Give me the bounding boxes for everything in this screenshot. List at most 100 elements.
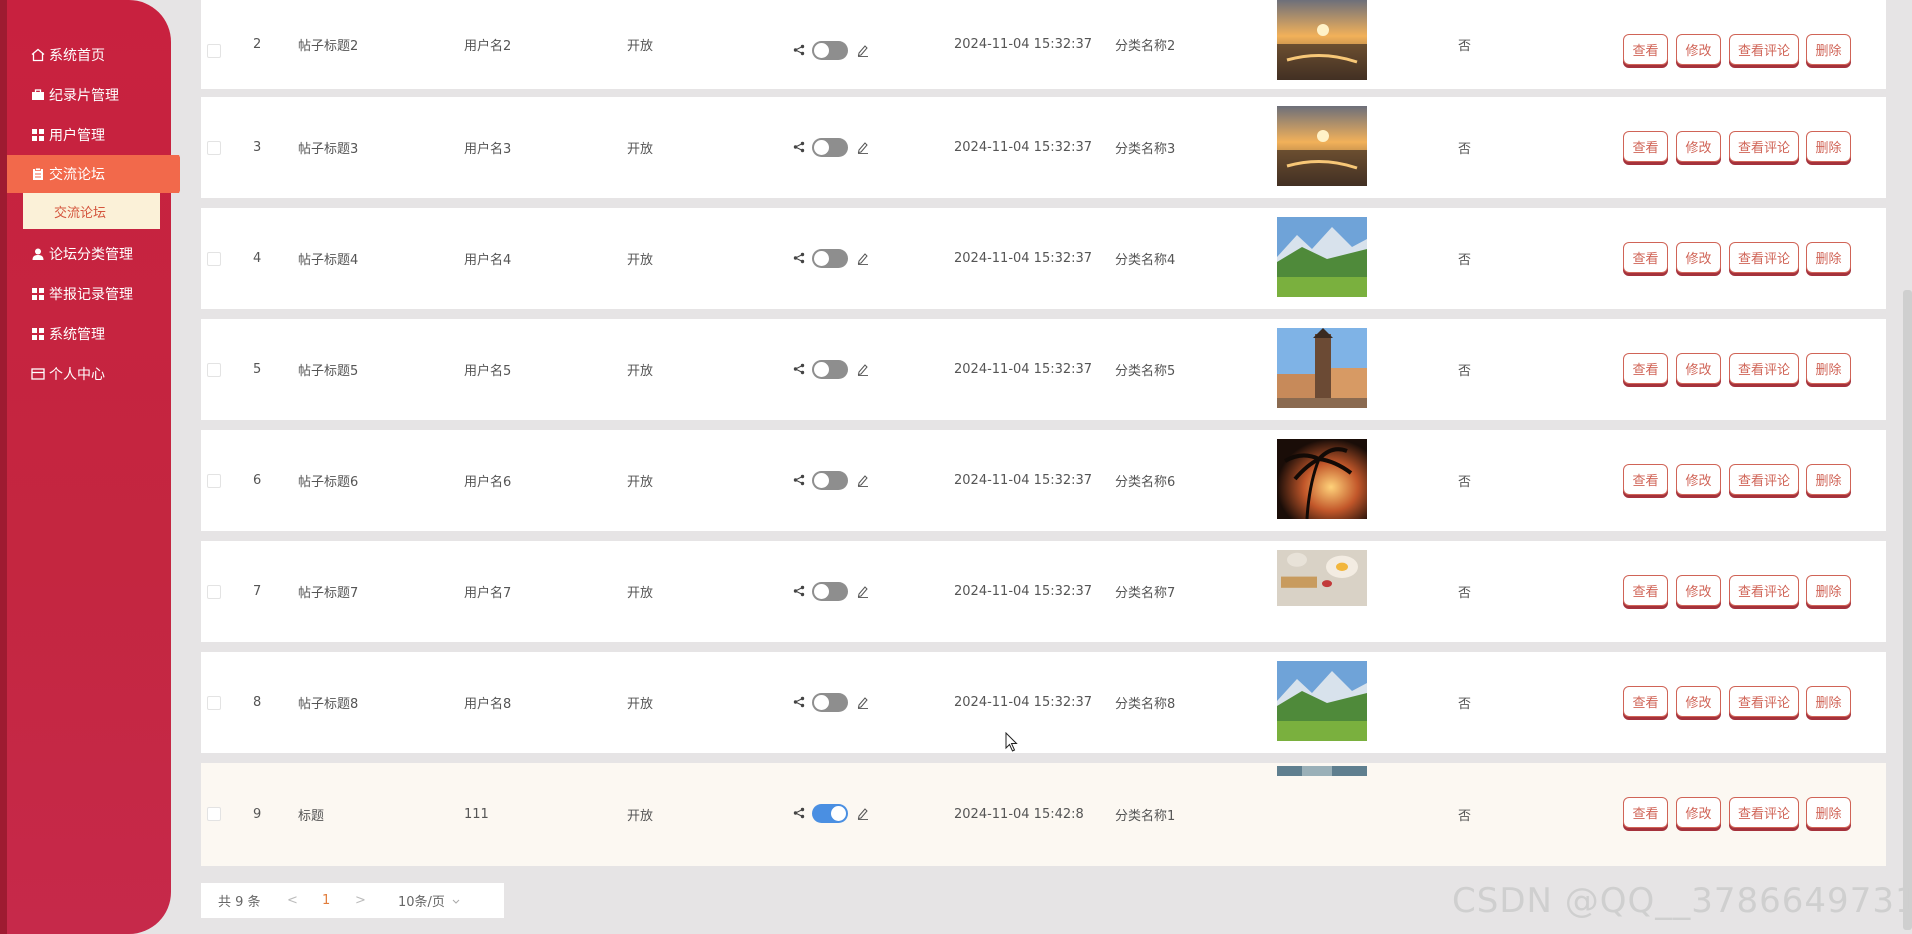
view-button[interactable]: 查看: [1623, 242, 1668, 273]
row-toggle[interactable]: [812, 693, 848, 712]
row-thumbnail-old-town-tower: [1277, 328, 1367, 408]
delete-button[interactable]: 删除: [1806, 464, 1851, 495]
view-comments-button[interactable]: 查看评论: [1729, 797, 1799, 828]
view-comments-button[interactable]: 查看评论: [1729, 34, 1799, 65]
page-scrollbar[interactable]: [1903, 290, 1912, 930]
row-title: 帖子标题8: [298, 697, 359, 712]
sidebar-item-forum-category[interactable]: 论坛分类管理: [30, 242, 133, 266]
sidebar-item-users[interactable]: 用户管理: [30, 123, 105, 147]
sidebar-item-forum[interactable]: 交流论坛: [7, 155, 180, 193]
row-checkbox[interactable]: [207, 474, 221, 488]
edit-button[interactable]: 修改: [1676, 34, 1721, 65]
pen-icon[interactable]: [857, 362, 869, 376]
view-button[interactable]: 查看: [1623, 575, 1668, 606]
share-icon[interactable]: [793, 141, 805, 153]
edit-button[interactable]: 修改: [1676, 464, 1721, 495]
edit-button[interactable]: 修改: [1676, 353, 1721, 384]
pen-icon[interactable]: [857, 43, 869, 57]
table-row: 4 帖子标题4 用户名4 开放 2024-11-04 15:32:37 分类名称…: [201, 208, 1886, 309]
row-thumbnail-partial-strip: [1277, 766, 1367, 776]
row-flag: 否: [1458, 364, 1472, 379]
row-title: 帖子标题5: [298, 364, 359, 379]
row-checkbox[interactable]: [207, 363, 221, 377]
pen-icon[interactable]: [857, 695, 869, 709]
page-size-select[interactable]: 10条/页: [398, 891, 461, 910]
edit-button[interactable]: 修改: [1676, 242, 1721, 273]
pen-icon[interactable]: [857, 806, 869, 820]
row-toggle[interactable]: [812, 360, 848, 379]
delete-button[interactable]: 删除: [1806, 353, 1851, 384]
view-button[interactable]: 查看: [1623, 797, 1668, 828]
edit-button[interactable]: 修改: [1676, 575, 1721, 606]
row-toggle[interactable]: [812, 249, 848, 268]
sidebar-item-report[interactable]: 举报记录管理: [30, 282, 133, 306]
sidebar-subitem-forum[interactable]: 交流论坛: [23, 193, 160, 229]
sidebar-item-profile[interactable]: 个人中心: [30, 362, 105, 386]
edit-button[interactable]: 修改: [1676, 686, 1721, 717]
row-toggle[interactable]: [812, 138, 848, 157]
pen-icon[interactable]: [857, 473, 869, 487]
row-toggle[interactable]: [812, 582, 848, 601]
share-icon[interactable]: [793, 807, 805, 819]
row-checkbox[interactable]: [207, 696, 221, 710]
view-comments-button[interactable]: 查看评论: [1729, 131, 1799, 162]
row-flag: 否: [1458, 253, 1472, 268]
row-toggle[interactable]: [812, 471, 848, 490]
row-toggle[interactable]: [812, 41, 848, 60]
card-icon: [30, 366, 46, 382]
pen-icon[interactable]: [857, 251, 869, 265]
share-icon[interactable]: [793, 474, 805, 486]
view-button[interactable]: 查看: [1623, 353, 1668, 384]
row-flag: 否: [1458, 586, 1472, 601]
row-checkbox[interactable]: [207, 252, 221, 266]
view-button[interactable]: 查看: [1623, 686, 1668, 717]
pen-icon[interactable]: [857, 140, 869, 154]
row-status: 开放: [627, 475, 654, 490]
view-comments-button[interactable]: 查看评论: [1729, 686, 1799, 717]
row-index: 6: [253, 473, 262, 488]
pagination-page-1[interactable]: 1: [322, 893, 330, 908]
delete-button[interactable]: 删除: [1806, 34, 1851, 65]
pagination-prev-button[interactable]: <: [287, 893, 298, 908]
sidebar-item-home[interactable]: 系统首页: [30, 43, 105, 67]
table-row: 5 帖子标题5 用户名5 开放 2024-11-04 15:32:37 分类名称…: [201, 319, 1886, 420]
delete-button[interactable]: 删除: [1806, 242, 1851, 273]
row-checkbox[interactable]: [207, 44, 221, 58]
view-button[interactable]: 查看: [1623, 464, 1668, 495]
share-icon[interactable]: [793, 44, 805, 56]
row-checkbox[interactable]: [207, 141, 221, 155]
share-icon[interactable]: [793, 585, 805, 597]
share-icon[interactable]: [793, 696, 805, 708]
edit-button[interactable]: 修改: [1676, 131, 1721, 162]
delete-button[interactable]: 删除: [1806, 686, 1851, 717]
row-checkbox[interactable]: [207, 585, 221, 599]
row-thumbnail-palm-sunset: [1277, 439, 1367, 519]
page-size-value: 10条/页: [398, 895, 445, 910]
pen-icon[interactable]: [857, 584, 869, 598]
row-time: 2024-11-04 15:32:37: [954, 251, 1093, 266]
table-row: 3 帖子标题3 用户名3 开放 2024-11-04 15:32:37 分类名称…: [201, 97, 1886, 198]
pagination-next-button[interactable]: >: [355, 893, 366, 908]
delete-button[interactable]: 删除: [1806, 131, 1851, 162]
view-button[interactable]: 查看: [1623, 34, 1668, 65]
edit-button[interactable]: 修改: [1676, 797, 1721, 828]
view-comments-button[interactable]: 查看评论: [1729, 464, 1799, 495]
row-checkbox[interactable]: [207, 807, 221, 821]
sidebar-item-label: 用户管理: [49, 128, 105, 144]
view-button[interactable]: 查看: [1623, 131, 1668, 162]
sidebar-item-system[interactable]: 系统管理: [30, 322, 105, 346]
row-flag: 否: [1458, 142, 1472, 157]
user-icon: [30, 246, 46, 262]
view-comments-button[interactable]: 查看评论: [1729, 575, 1799, 606]
share-icon[interactable]: [793, 363, 805, 375]
row-category: 分类名称4: [1115, 253, 1176, 268]
view-comments-button[interactable]: 查看评论: [1729, 353, 1799, 384]
share-icon[interactable]: [793, 252, 805, 264]
row-toggle[interactable]: [812, 804, 848, 823]
sidebar-item-documentary[interactable]: 纪录片管理: [30, 83, 119, 107]
grid-icon: [30, 286, 46, 302]
sidebar-item-label: 交流论坛: [49, 167, 105, 183]
delete-button[interactable]: 删除: [1806, 575, 1851, 606]
delete-button[interactable]: 删除: [1806, 797, 1851, 828]
view-comments-button[interactable]: 查看评论: [1729, 242, 1799, 273]
